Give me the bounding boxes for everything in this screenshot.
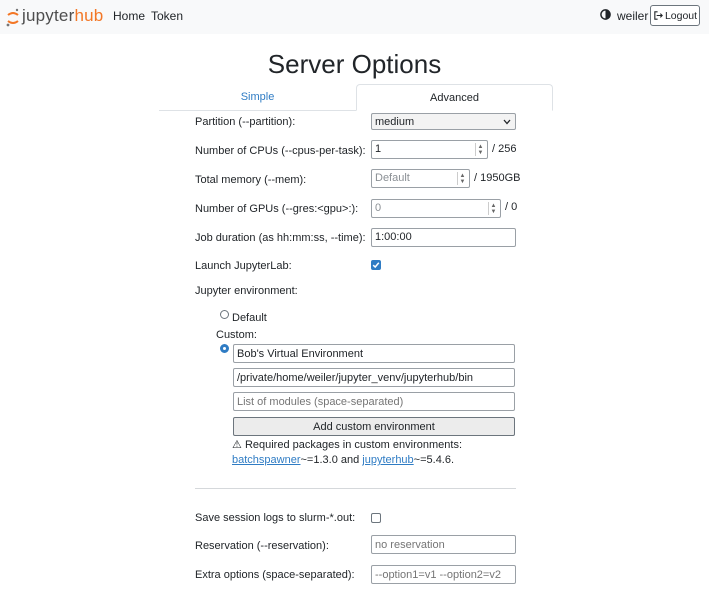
jupyterlab-label: Launch JupyterLab: bbox=[195, 260, 292, 272]
env-default-label: Default bbox=[232, 312, 267, 324]
partition-value: medium bbox=[375, 115, 415, 128]
duration-input[interactable]: 1:00:00 bbox=[371, 228, 516, 247]
jupyter-logo-icon bbox=[6, 8, 19, 27]
logout-label: Logout bbox=[664, 9, 698, 22]
logout-button[interactable]: Logout bbox=[650, 5, 700, 26]
reservation-input[interactable] bbox=[371, 535, 516, 554]
memory-placeholder: Default bbox=[375, 172, 410, 184]
tab-simple[interactable]: Simple bbox=[159, 84, 356, 110]
brand-text: jupyterhub bbox=[22, 6, 104, 25]
extra-options-label: Extra options (space-separated): bbox=[195, 569, 355, 581]
jupyterhub-link[interactable]: jupyterhub bbox=[362, 454, 413, 466]
warning-text: Required packages in custom environments… bbox=[244, 439, 462, 451]
cpus-stepper[interactable]: ▲ ▼ bbox=[475, 143, 485, 156]
extra-options-input[interactable] bbox=[371, 565, 516, 584]
cpus-label: Number of CPUs (--cpus-per-task): bbox=[195, 145, 366, 157]
tab-advanced[interactable]: Advanced bbox=[356, 84, 553, 111]
env-custom-label: Custom: bbox=[216, 329, 257, 341]
memory-stepper[interactable]: ▲ ▼ bbox=[457, 172, 467, 185]
memory-label: Total memory (--mem): bbox=[195, 174, 307, 186]
save-logs-label: Save session logs to slurm-*.out: bbox=[195, 512, 356, 524]
partition-label: Partition (--partition): bbox=[195, 116, 296, 128]
gpus-stepper[interactable]: ▲ ▼ bbox=[488, 202, 498, 215]
reservation-label: Reservation (--reservation): bbox=[195, 540, 329, 552]
save-logs-checkbox[interactable] bbox=[371, 513, 381, 523]
env-custom-radio[interactable] bbox=[220, 344, 229, 353]
page-title: Server Options bbox=[267, 49, 442, 79]
check-icon bbox=[372, 262, 380, 269]
chevron-down-icon bbox=[503, 119, 511, 124]
batchspawner-link[interactable]: batchspawner bbox=[232, 454, 301, 466]
batchspawner-version: ~=1.3.0 and bbox=[300, 454, 360, 466]
env-modules-input[interactable] bbox=[233, 392, 515, 411]
env-name-input[interactable] bbox=[233, 344, 515, 363]
duration-value: 1:00:00 bbox=[375, 231, 412, 243]
jupyterhub-logo[interactable]: jupyterhub bbox=[6, 6, 103, 28]
sign-out-icon bbox=[654, 11, 663, 20]
env-default-radio[interactable] bbox=[220, 310, 229, 319]
gpus-placeholder: 0 bbox=[375, 202, 382, 214]
jupyterlab-checkbox[interactable] bbox=[371, 260, 381, 270]
username: weiler bbox=[617, 9, 649, 23]
navbar: jupyterhub Home Token weiler Logout bbox=[0, 0, 709, 34]
partition-select[interactable]: medium bbox=[371, 113, 516, 130]
tab-bar: Simple Advanced bbox=[159, 84, 553, 111]
half-circle-icon[interactable] bbox=[600, 9, 611, 20]
add-custom-environment-button[interactable]: Add custom environment bbox=[233, 417, 515, 436]
warning-icon: ⚠ bbox=[232, 439, 242, 451]
nav-token-link[interactable]: Token bbox=[151, 9, 183, 23]
cpus-input[interactable]: 1 ▲ ▼ bbox=[371, 140, 488, 159]
section-divider bbox=[195, 488, 516, 489]
required-packages-warning: ⚠ Required packages in custom environmen… bbox=[232, 438, 522, 468]
cpus-value: 1 bbox=[375, 143, 382, 155]
gpus-label: Number of GPUs (--gres:<gpu>:): bbox=[195, 203, 359, 215]
jupyter-env-label: Jupyter environment: bbox=[195, 285, 298, 297]
env-path-input[interactable] bbox=[233, 368, 515, 387]
cpus-max: / 256 bbox=[492, 143, 517, 155]
duration-label: Job duration (as hh:mm:ss, --time): bbox=[195, 232, 366, 244]
nav-home-link[interactable]: Home bbox=[113, 9, 145, 23]
memory-input[interactable]: Default ▲ ▼ bbox=[371, 169, 470, 188]
gpus-max: / 0 bbox=[505, 201, 518, 213]
memory-max: / 1950GB bbox=[474, 172, 521, 184]
gpus-input[interactable]: 0 ▲ ▼ bbox=[371, 199, 501, 218]
jupyterhub-version: ~=5.4.6. bbox=[413, 454, 455, 466]
